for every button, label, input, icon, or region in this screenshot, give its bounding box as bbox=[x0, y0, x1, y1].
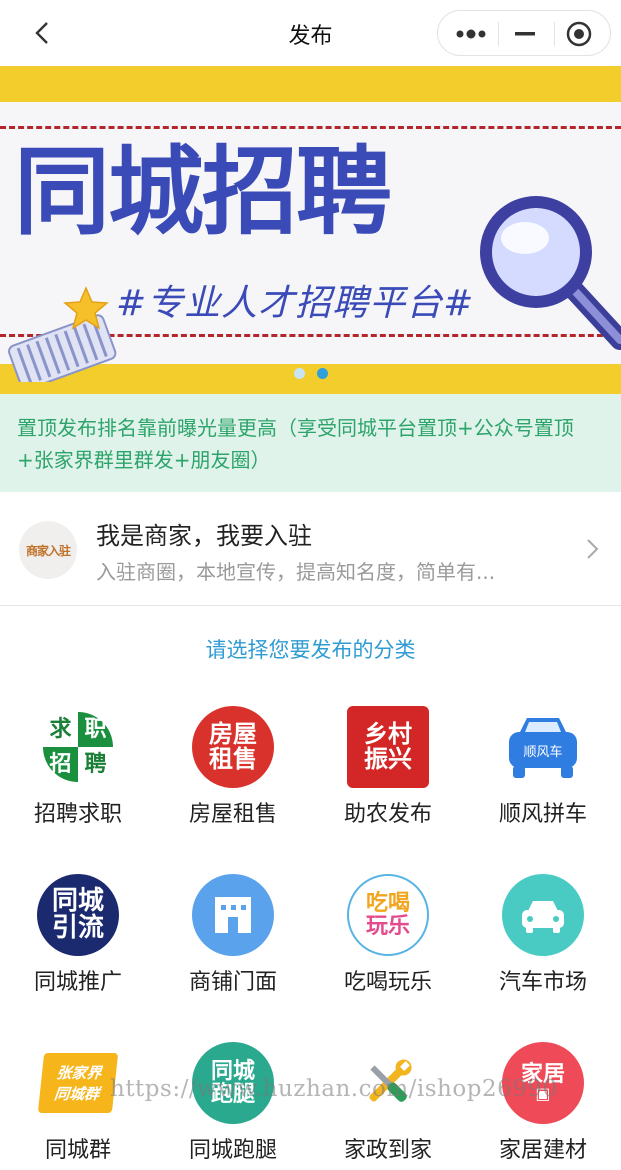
category-agri[interactable]: 乡村 振兴 助农发布 bbox=[310, 690, 466, 850]
nav-bar: 发布 bbox=[0, 0, 621, 66]
recruit-icon: 求 职 招 聘 bbox=[37, 706, 119, 788]
category-car-market[interactable]: 汽车市场 bbox=[465, 858, 621, 1018]
car-market-icon bbox=[502, 874, 584, 956]
category-section-label: 请选择您要发布的分类 bbox=[205, 638, 416, 662]
banner-title: 同城招聘 bbox=[14, 136, 392, 248]
promotion-notice[interactable]: 置顶发布排名靠前曝光量更高（享受同城平台置顶+公众号置顶+张家界群里群发+朋友圈… bbox=[0, 394, 621, 492]
svg-text:顺风车: 顺风车 bbox=[523, 744, 562, 760]
category-label: 商铺门面 bbox=[188, 970, 277, 995]
target-close-icon[interactable] bbox=[550, 11, 608, 57]
carpool-car-icon: 顺风车 bbox=[502, 706, 584, 788]
merchant-logo: 商家入驻 bbox=[19, 521, 77, 579]
city-group-icon: 张家界 同城群 bbox=[37, 1042, 119, 1124]
category-promo[interactable]: 同城 引流 同城推广 bbox=[0, 858, 156, 1018]
carousel-dot-active[interactable] bbox=[316, 368, 328, 379]
magnifier-icon bbox=[480, 196, 621, 350]
rural-revival-icon: 乡村 振兴 bbox=[347, 706, 429, 788]
category-label: 家政到家 bbox=[343, 1138, 432, 1163]
category-shop[interactable]: 商铺门面 bbox=[155, 858, 311, 1018]
category-label: 顺风拼车 bbox=[498, 802, 587, 827]
category-food[interactable]: 吃喝 玩乐 吃喝玩乐 bbox=[310, 858, 466, 1018]
category-label: 房屋租售 bbox=[188, 802, 277, 827]
carousel-indicator bbox=[0, 368, 621, 379]
category-label: 汽车市场 bbox=[498, 970, 587, 995]
category-house[interactable]: 房屋 租售 房屋租售 bbox=[155, 690, 311, 850]
category-label: 家居建材 bbox=[498, 1138, 587, 1163]
food-fun-icon: 吃喝 玩乐 bbox=[347, 874, 429, 956]
category-label: 同城推广 bbox=[33, 970, 122, 995]
banner-stripe-top bbox=[0, 66, 621, 102]
carousel-dot[interactable] bbox=[293, 368, 305, 379]
category-label: 助农发布 bbox=[343, 802, 432, 827]
merchant-join-row[interactable]: 商家入驻 我是商家，我要入驻 入驻商圈，本地宣传，提高知名度，简单有... bbox=[0, 492, 621, 606]
minimize-icon[interactable] bbox=[496, 11, 554, 57]
category-label: 招聘求职 bbox=[33, 802, 122, 827]
merchant-desc: 入驻商圈，本地宣传，提高知名度，简单有... bbox=[96, 560, 496, 584]
mini-program-capsule bbox=[437, 10, 611, 56]
watermark-text: https://www.huzhan.com/ishop26990 bbox=[110, 1076, 558, 1102]
more-dots-icon[interactable] bbox=[442, 11, 500, 57]
category-carpool[interactable]: 顺风车 顺风拼车 bbox=[465, 690, 621, 850]
category-label: 吃喝玩乐 bbox=[343, 970, 432, 995]
star-icon bbox=[8, 286, 117, 382]
category-label: 同城跑腿 bbox=[188, 1138, 277, 1163]
merchant-title: 我是商家，我要入驻 bbox=[96, 522, 312, 550]
category-label: 同城群 bbox=[44, 1138, 111, 1163]
banner-subtitle: #专业人才招聘平台# bbox=[116, 283, 475, 324]
shop-front-icon bbox=[192, 874, 274, 956]
banner-dash-top bbox=[0, 126, 621, 129]
chevron-right-icon bbox=[585, 537, 601, 561]
house-rent-icon: 房屋 租售 bbox=[192, 706, 274, 788]
banner-carousel[interactable]: 同城招聘 #专业人才招聘平台# bbox=[0, 66, 621, 394]
category-recruit[interactable]: 求 职 招 聘 招聘求职 bbox=[0, 690, 156, 850]
city-promo-icon: 同城 引流 bbox=[37, 874, 119, 956]
